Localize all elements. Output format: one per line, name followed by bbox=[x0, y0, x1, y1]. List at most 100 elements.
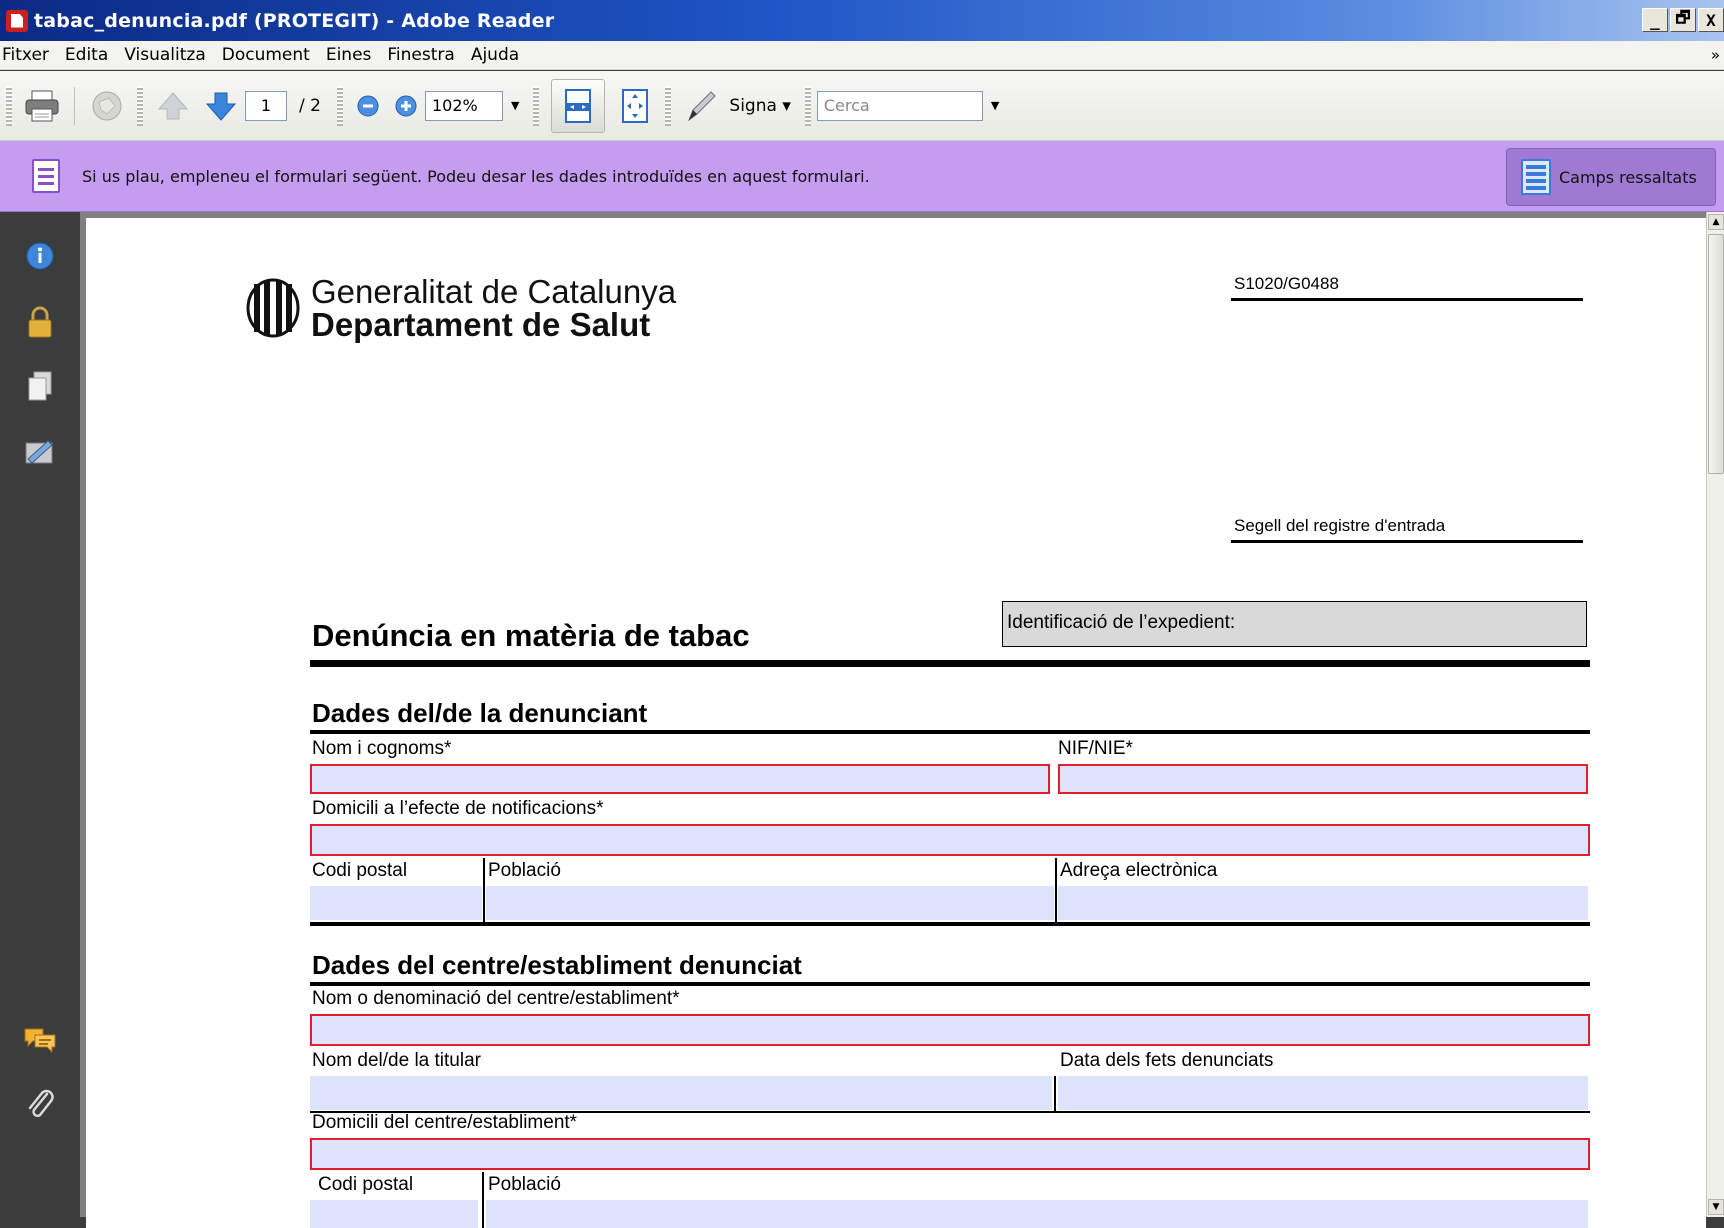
vertical-scrollbar[interactable]: ▲ ▼ bbox=[1706, 212, 1724, 1217]
close-button[interactable]: X bbox=[1698, 8, 1724, 32]
highlight-fields-icon bbox=[1521, 159, 1551, 195]
label-nif: NIF/NIE* bbox=[1058, 738, 1133, 759]
form-code: S1020/G0488 bbox=[1234, 274, 1339, 293]
label-establishment-address: Domicili del centre/establiment* bbox=[312, 1112, 578, 1133]
owner-name-field[interactable] bbox=[310, 1076, 1052, 1110]
establishment-name-field[interactable] bbox=[310, 1014, 1590, 1046]
postal-code-field[interactable] bbox=[310, 886, 482, 920]
scroll-thumb[interactable] bbox=[1708, 234, 1724, 474]
toolbar-grip[interactable] bbox=[804, 85, 811, 126]
page-number-input[interactable]: 1 bbox=[245, 90, 287, 121]
establishment-address-field[interactable] bbox=[310, 1138, 1590, 1170]
column-divider bbox=[1054, 1076, 1056, 1112]
minimize-button[interactable]: _ bbox=[1642, 8, 1668, 32]
label-notification-address: Domicili a l’efecte de notificacions* bbox=[312, 798, 604, 819]
menu-visualitza[interactable]: Visualitza bbox=[116, 45, 213, 65]
previous-page-icon[interactable] bbox=[153, 86, 193, 126]
pages-thumbnails-icon[interactable] bbox=[22, 368, 58, 404]
menu-eines[interactable]: Eines bbox=[318, 45, 380, 65]
incident-date-field[interactable] bbox=[1058, 1076, 1588, 1110]
zoom-dropdown-icon[interactable]: ▼ bbox=[511, 99, 519, 112]
document-title: Denúncia en matèria de tabac bbox=[312, 618, 750, 653]
expedient-id-box: Identificació de l’expedient: bbox=[1002, 601, 1587, 647]
label-owner-name: Nom del/de la titular bbox=[312, 1050, 481, 1071]
stamp-underline bbox=[1231, 540, 1583, 543]
column-divider bbox=[483, 858, 485, 922]
menu-overflow-icon[interactable]: » bbox=[1711, 46, 1720, 64]
pdf-app-icon bbox=[6, 9, 28, 32]
title-rule bbox=[310, 660, 1590, 667]
email-field[interactable] bbox=[1058, 886, 1588, 920]
menu-bar: Fitxer Edita Visualitza Document Eines F… bbox=[0, 41, 1724, 70]
label-establishment-postal-code: Codi postal bbox=[318, 1174, 414, 1195]
menu-ajuda[interactable]: Ajuda bbox=[463, 45, 527, 65]
column-divider bbox=[1055, 858, 1057, 922]
nif-field[interactable] bbox=[1058, 764, 1588, 794]
security-lock-icon[interactable] bbox=[22, 304, 58, 340]
label-full-name: Nom i cognoms* bbox=[312, 738, 452, 759]
fit-page-icon[interactable] bbox=[615, 86, 655, 126]
notification-address-field[interactable] bbox=[310, 824, 1590, 856]
department-name: Departament de Salut bbox=[311, 306, 651, 343]
title-bar: tabac_denuncia.pdf (PROTEGIT) - Adobe Re… bbox=[0, 0, 1724, 41]
generalitat-logo bbox=[246, 278, 300, 338]
section-rule bbox=[310, 730, 1590, 734]
menu-edita[interactable]: Edita bbox=[57, 45, 116, 65]
zoom-out-icon[interactable] bbox=[353, 86, 383, 126]
toolbar-separator bbox=[74, 86, 75, 125]
scroll-down-icon[interactable]: ▼ bbox=[1708, 1199, 1724, 1215]
sign-pen-icon[interactable] bbox=[681, 86, 721, 126]
print-icon[interactable] bbox=[22, 86, 62, 126]
label-email: Adreça electrònica bbox=[1060, 860, 1218, 881]
scroll-up-icon[interactable]: ▲ bbox=[1708, 214, 1724, 230]
section-rule bbox=[310, 982, 1590, 986]
document-info-icon[interactable] bbox=[22, 238, 58, 274]
main-toolbar: 1 / 2 102% ▼ Signa ▾ Cerca ▼ bbox=[0, 71, 1724, 141]
toolbar-grip[interactable] bbox=[336, 85, 343, 126]
establishment-postal-code-field[interactable] bbox=[310, 1200, 478, 1228]
signatures-icon[interactable] bbox=[22, 434, 58, 470]
highlight-fields-button[interactable]: Camps ressaltats bbox=[1506, 148, 1716, 206]
sign-menu-button[interactable]: Signa ▾ bbox=[729, 96, 790, 116]
menu-fitxer[interactable]: Fitxer bbox=[0, 45, 57, 65]
restore-button[interactable]: 🗗 bbox=[1670, 8, 1696, 32]
registry-stamp-label: Segell del registre d'entrada bbox=[1234, 516, 1446, 535]
comments-icon[interactable] bbox=[22, 1022, 58, 1058]
label-incident-date: Data dels fets denunciats bbox=[1060, 1050, 1274, 1071]
section-complainant-title: Dades del/de la denunciant bbox=[312, 698, 648, 728]
navigation-panel bbox=[0, 212, 80, 1217]
form-notification-bar: Si us plau, empleneu el formulari següen… bbox=[0, 141, 1724, 212]
form-message: Si us plau, empleneu el formulari següen… bbox=[82, 166, 870, 186]
label-establishment-town: Població bbox=[488, 1174, 561, 1195]
next-page-icon[interactable] bbox=[201, 86, 241, 126]
search-input[interactable]: Cerca bbox=[816, 90, 983, 121]
form-document-icon bbox=[32, 159, 60, 193]
attachments-paperclip-icon[interactable] bbox=[22, 1087, 58, 1123]
label-town: Població bbox=[488, 860, 561, 881]
document-viewport: Generalitat de Catalunya Departament de … bbox=[80, 212, 1724, 1228]
column-divider bbox=[482, 1172, 484, 1228]
toolbar-grip[interactable] bbox=[533, 85, 540, 126]
search-dropdown-icon[interactable]: ▼ bbox=[991, 99, 999, 112]
collaborate-icon[interactable] bbox=[87, 86, 127, 126]
toolbar-grip[interactable] bbox=[137, 85, 143, 126]
section-end-rule bbox=[310, 922, 1590, 926]
toolbar-grip[interactable] bbox=[665, 85, 672, 126]
establishment-town-field[interactable] bbox=[486, 1200, 1588, 1228]
town-field[interactable] bbox=[486, 886, 1054, 920]
label-postal-code: Codi postal bbox=[312, 860, 408, 881]
pdf-page: Generalitat de Catalunya Departament de … bbox=[86, 218, 1706, 1228]
menu-finestra[interactable]: Finestra bbox=[379, 45, 462, 65]
label-establishment-name: Nom o denominació del centre/establiment… bbox=[312, 988, 680, 1009]
adobe-reader-window: tabac_denuncia.pdf (PROTEGIT) - Adobe Re… bbox=[0, 0, 1724, 1228]
highlight-fields-label: Camps ressaltats bbox=[1559, 167, 1697, 187]
full-name-field[interactable] bbox=[310, 764, 1050, 794]
zoom-level-input[interactable]: 102% bbox=[424, 90, 503, 121]
window-controls: _ 🗗 X bbox=[1642, 8, 1724, 32]
code-underline bbox=[1231, 298, 1583, 301]
section-establishment-title: Dades del centre/establiment denunciat bbox=[312, 950, 802, 980]
toolbar-grip[interactable] bbox=[6, 85, 12, 126]
zoom-in-icon[interactable] bbox=[391, 86, 421, 126]
fit-width-button[interactable] bbox=[551, 78, 606, 133]
menu-document[interactable]: Document bbox=[214, 45, 318, 65]
